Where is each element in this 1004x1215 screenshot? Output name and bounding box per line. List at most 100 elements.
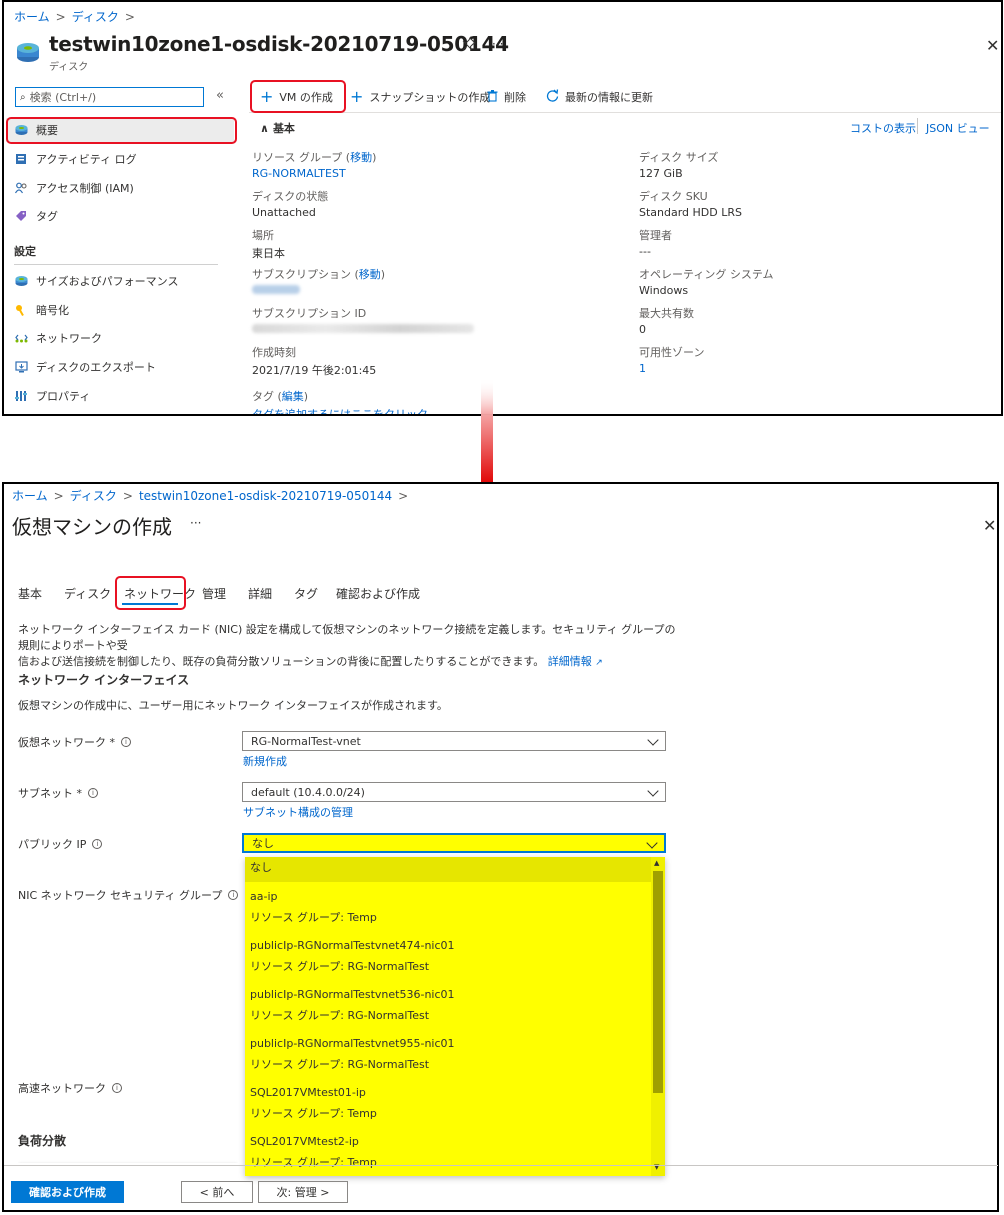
- tab-management[interactable]: 管理: [202, 585, 226, 602]
- trash-icon: [487, 89, 498, 105]
- info-icon[interactable]: i: [92, 839, 103, 849]
- divider: [14, 264, 218, 265]
- prop-value: Windows: [639, 284, 689, 297]
- prop-key: オペレーティング システム: [639, 268, 774, 281]
- prop-os: オペレーティング システム Windows: [639, 266, 774, 297]
- option-name: SQL2017VMtest01-ip: [250, 1086, 366, 1099]
- tab-basics[interactable]: 基本: [18, 585, 42, 602]
- tab-review-create[interactable]: 確認および作成: [336, 585, 420, 602]
- dropdown-option[interactable]: SQL2017VMtest01-ip リソース グループ: Temp: [250, 1082, 377, 1124]
- next-button[interactable]: 次: 管理 >: [258, 1181, 348, 1203]
- sidebar-item-activity-log[interactable]: アクティビティ ログ: [14, 151, 137, 167]
- review-create-button[interactable]: 確認および作成: [11, 1181, 124, 1203]
- sidebar-item-overview[interactable]: 概要: [14, 122, 58, 138]
- scroll-up-arrow-icon[interactable]: ▲: [654, 859, 659, 867]
- vnet-select[interactable]: RG-NormalTest-vnet: [242, 731, 666, 751]
- public-ip-dropdown-list: なし aa-ip リソース グループ: Temp publicIp-RGNorma…: [245, 857, 665, 1176]
- add-tags-link[interactable]: タグを追加するにはここをクリック: [252, 406, 428, 414]
- chevron-down-icon: [647, 734, 659, 746]
- prop-key: 管理者: [639, 229, 672, 242]
- info-icon[interactable]: i: [112, 1083, 122, 1093]
- subnet-label-text: サブネット *: [18, 787, 82, 800]
- breadcrumb-disk[interactable]: testwin10zone1-osdisk-20210719-050144: [139, 489, 392, 503]
- sidebar-item-label: アクティビティ ログ: [36, 153, 137, 166]
- prop-value: Unattached: [252, 206, 316, 219]
- delete-button[interactable]: 削除: [487, 89, 526, 105]
- redacted-subscription[interactable]: [252, 285, 300, 294]
- option-name: なし: [250, 861, 272, 874]
- properties-icon: [14, 389, 28, 403]
- activity-log-icon: [14, 152, 28, 166]
- availability-zone-link[interactable]: 1: [639, 362, 704, 375]
- breadcrumb-home[interactable]: ホーム: [12, 487, 48, 504]
- option-resource-group: リソース グループ: Temp: [250, 1156, 377, 1169]
- dropdown-scrollbar[interactable]: ▲ ▼: [651, 857, 665, 1176]
- create-snapshot-button[interactable]: + スナップショットの作成: [350, 89, 490, 105]
- more-options-icon[interactable]: ···: [492, 37, 503, 51]
- prop-key: 可用性ゾーン: [639, 346, 705, 359]
- refresh-button[interactable]: 最新の情報に更新: [546, 89, 653, 105]
- sidebar-item-properties[interactable]: プロパティ: [14, 388, 90, 404]
- close-icon[interactable]: ✕: [983, 516, 996, 535]
- tab-advanced[interactable]: 詳細: [248, 585, 272, 602]
- prop-value: 東日本: [252, 247, 285, 260]
- close-icon[interactable]: ✕: [986, 36, 999, 55]
- essentials-toggle[interactable]: ∧ 基本: [260, 120, 295, 136]
- external-link-icon: ↗: [595, 658, 603, 668]
- vnet-create-new-link[interactable]: 新規作成: [243, 753, 287, 769]
- dropdown-option[interactable]: publicIp-RGNormalTestvnet955-nic01 リソース グ…: [250, 1033, 455, 1075]
- info-icon[interactable]: i: [121, 737, 131, 747]
- network-icon: [14, 331, 28, 345]
- scrollbar-thumb[interactable]: [653, 871, 663, 1093]
- resource-group-link[interactable]: RG-NORMALTEST: [252, 167, 376, 180]
- dropdown-option[interactable]: SQL2017VMtest2-ip リソース グループ: Temp: [250, 1131, 377, 1173]
- sidebar-item-tags[interactable]: タグ: [14, 208, 58, 224]
- networking-tab-callout: [115, 576, 186, 610]
- move-link[interactable]: 移動: [350, 151, 372, 164]
- settings-section-header: 設定: [14, 245, 36, 258]
- prop-disk-state: ディスクの状態 Unattached: [252, 188, 328, 219]
- sidebar-item-size-performance[interactable]: サイズおよびパフォーマンス: [14, 273, 178, 289]
- dropdown-option[interactable]: aa-ip リソース グループ: Temp: [250, 886, 377, 928]
- create-vm-button[interactable]: + VM の作成: [260, 89, 333, 105]
- breadcrumb-home[interactable]: ホーム: [14, 8, 50, 25]
- collapse-sidebar-icon[interactable]: «: [216, 88, 224, 103]
- prop-subscription-id: サブスクリプション ID: [252, 305, 474, 336]
- dropdown-option-none[interactable]: なし: [250, 857, 650, 878]
- info-icon[interactable]: i: [228, 890, 239, 900]
- networking-description: ネットワーク インターフェイス カード (NIC) 設定を構成して仮想マシンのネ…: [18, 622, 678, 671]
- public-ip-select-value: なし: [252, 837, 274, 850]
- pin-icon[interactable]: [462, 37, 476, 55]
- dropdown-option[interactable]: publicIp-RGNormalTestvnet474-nic01 リソース グ…: [250, 935, 455, 977]
- breadcrumb-separator: >: [122, 488, 133, 503]
- option-resource-group: リソース グループ: RG-NormalTest: [250, 960, 430, 973]
- footer-divider: [4, 1165, 998, 1166]
- more-options-icon[interactable]: ···: [190, 516, 201, 530]
- accelerated-networking-label-text: 高速ネットワーク: [18, 1082, 106, 1095]
- move-link[interactable]: 移動: [359, 268, 381, 281]
- search-input[interactable]: 検索 (Ctrl+/): [30, 89, 97, 105]
- sidebar-item-network[interactable]: ネットワーク: [14, 330, 102, 346]
- disk-icon: [14, 274, 28, 288]
- sidebar-item-encryption[interactable]: 暗号化: [14, 302, 69, 318]
- edit-tags-link[interactable]: 編集: [282, 390, 304, 403]
- public-ip-select[interactable]: なし: [242, 833, 666, 853]
- breadcrumb-disks[interactable]: ディスク: [70, 487, 117, 504]
- learn-more-link[interactable]: 詳細情報: [548, 655, 592, 668]
- dropdown-option[interactable]: publicIp-RGNormalTestvnet536-nic01 リソース グ…: [250, 984, 455, 1026]
- sidebar-item-disk-export[interactable]: ディスクのエクスポート: [14, 359, 156, 375]
- prop-key: リソース グループ: [252, 151, 343, 164]
- json-view-link[interactable]: JSON ビュー: [926, 120, 990, 136]
- info-icon[interactable]: i: [88, 788, 98, 798]
- sidebar-item-iam[interactable]: アクセス制御 (IAM): [14, 180, 134, 196]
- previous-button[interactable]: < 前へ: [181, 1181, 253, 1203]
- tab-disks[interactable]: ディスク: [64, 585, 111, 602]
- subnet-select[interactable]: default (10.4.0.0/24): [242, 782, 666, 802]
- breadcrumb-disks[interactable]: ディスク: [72, 8, 119, 25]
- subnet-manage-link[interactable]: サブネット構成の管理: [243, 804, 353, 820]
- tab-tags[interactable]: タグ: [294, 585, 318, 602]
- option-name: publicIp-RGNormalTestvnet536-nic01: [250, 988, 455, 1001]
- description-line: ネットワーク インターフェイス カード (NIC) 設定を構成して仮想マシンのネ…: [18, 623, 676, 652]
- cost-view-link[interactable]: コストの表示: [850, 120, 916, 136]
- search-box[interactable]: ⌕ 検索 (Ctrl+/): [15, 87, 204, 107]
